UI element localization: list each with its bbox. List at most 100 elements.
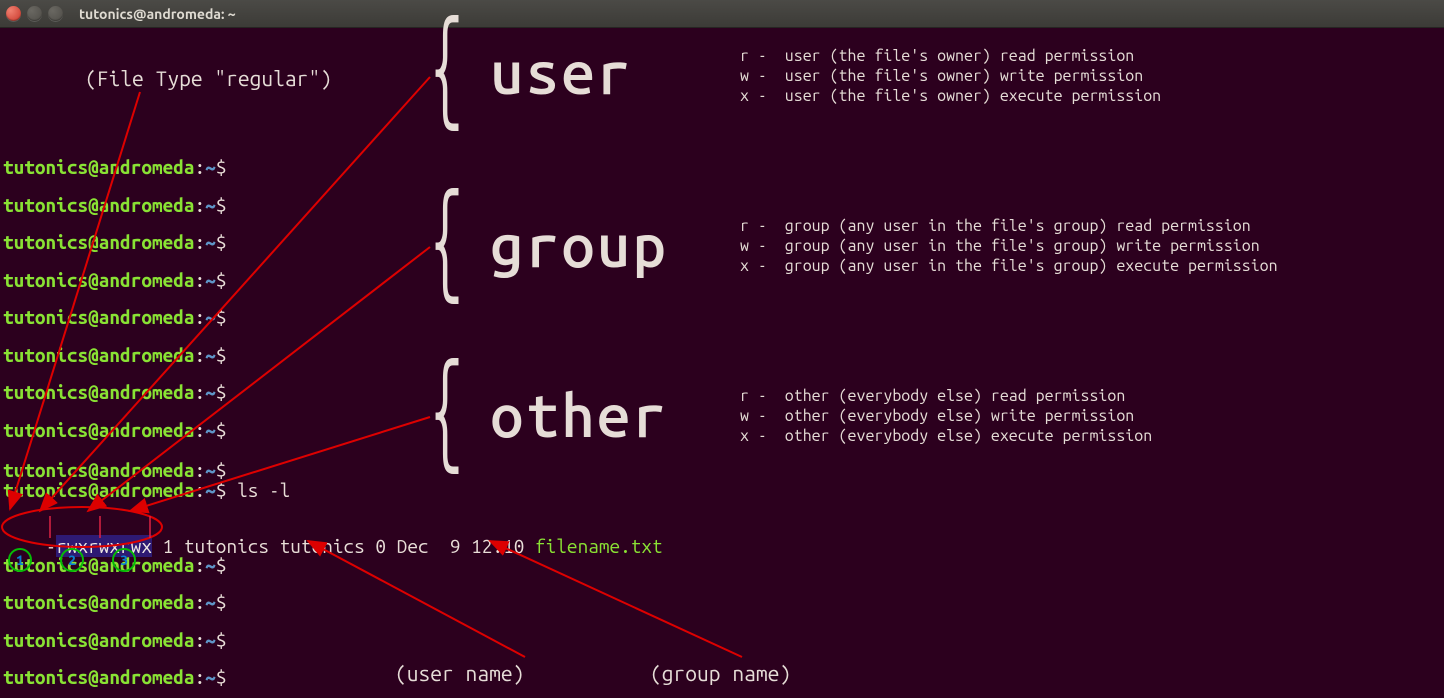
brace-group-icon: { [430,178,464,298]
prompt-colon: : [195,629,206,651]
prompt-dollar: $ [216,479,227,501]
prompt-path: ~ [205,344,216,366]
annotation-group-name: (group name) [650,663,791,684]
prompt-at: @ [88,479,99,501]
prompt-host: andromeda [99,344,195,366]
prompt-colon: : [195,666,206,688]
prompt-host: andromeda [99,269,195,291]
ls-filename: filename.txt [535,535,663,557]
prompt-colon: : [195,194,206,216]
prompt-at: @ [88,381,99,403]
prompt-dollar: $ [216,591,227,613]
prompt-host: andromeda [99,194,195,216]
prompt-path: ~ [205,306,216,328]
prompt-line: tutonics@andromeda:~$ [3,346,226,365]
prompt-line: tutonics@andromeda:~$ [3,593,226,612]
prompt-colon: : [195,591,206,613]
prompt-user: tutonics [3,231,88,253]
prompt-colon: : [195,231,206,253]
prompt-dollar: $ [216,666,227,688]
window-titlebar: tutonics@andromeda: ~ [0,0,1444,28]
label-other: other [490,386,668,446]
ls-rest: 1 tutonics tutonics 0 Dec 9 12:10 [152,535,535,557]
prompt-at: @ [88,194,99,216]
prompt-host: andromeda [99,381,195,403]
ls-command: ls -l [237,479,290,501]
prompt-user: tutonics [3,666,88,688]
prompt-user: tutonics [3,306,88,328]
brace-other-icon: { [430,348,464,468]
prompt-path: ~ [205,231,216,253]
desc-user-r: r - user (the file's owner) read permiss… [740,46,1134,67]
ls-output-line: -rwxrwxrwx 1 tutonics tutonics 0 Dec 9 1… [3,518,663,575]
prompt-at: @ [88,591,99,613]
prompt-colon: : [195,269,206,291]
prompt-path: ~ [205,629,216,651]
prompt-dollar: $ [216,459,227,481]
prompt-host: andromeda [99,479,195,501]
prompt-dollar: $ [216,419,227,441]
prompt-user: tutonics [3,629,88,651]
prompt-line: tutonics@andromeda:~$ [3,158,226,177]
prompt-colon: : [195,419,206,441]
prompt-dollar: $ [216,306,227,328]
prompt-colon: : [195,381,206,403]
desc-group-w: w - group (any user in the file's group)… [740,236,1260,257]
prompt-dollar: $ [216,381,227,403]
prompt-host: andromeda [99,629,195,651]
brace-user-icon: { [430,5,464,125]
prompt-host: andromeda [99,419,195,441]
prompt-colon: : [195,344,206,366]
prompt-dollar: $ [216,231,227,253]
prompt-at: @ [88,156,99,178]
prompt-path: ~ [205,419,216,441]
prompt-user: tutonics [3,194,88,216]
prompt-path: ~ [205,459,216,481]
prompt-line: tutonics@andromeda:~$ [3,308,226,327]
annotation-user-name: (user name) [395,663,524,684]
badge-1: 1 [8,548,32,572]
prompt-user: tutonics [3,156,88,178]
prompt-user: tutonics [3,269,88,291]
prompt-path: ~ [205,666,216,688]
annotation-file-type: (File Type "regular") [85,68,332,89]
prompt-at: @ [88,231,99,253]
prompt-user: tutonics [3,419,88,441]
minimize-icon[interactable] [27,6,42,21]
prompt-host: andromeda [99,231,195,253]
prompt-dollar: $ [216,194,227,216]
close-icon[interactable] [6,6,21,21]
prompt-path: ~ [205,591,216,613]
prompt-line: tutonics@andromeda:~$ [3,421,226,440]
prompt-colon: : [195,156,206,178]
prompt-user: tutonics [3,479,88,501]
desc-other-r: r - other (everybody else) read permissi… [740,386,1125,407]
prompt-host: andromeda [99,591,195,613]
prompt-colon: : [195,479,206,501]
prompt-dollar: $ [216,344,227,366]
badge-3: 3 [112,548,136,572]
prompt-path: ~ [205,269,216,291]
prompt-line: tutonics@andromeda:~$ ls -l [3,481,290,500]
prompt-user: tutonics [3,591,88,613]
terminal-body[interactable]: (File Type "regular") { user r - user (t… [0,28,1444,698]
prompt-user: tutonics [3,381,88,403]
prompt-line: tutonics@andromeda:~$ [3,461,226,480]
prompt-host: andromeda [99,459,195,481]
prompt-path: ~ [205,479,216,501]
badge-2: 2 [60,548,84,572]
prompt-line: tutonics@andromeda:~$ [3,196,226,215]
prompt-colon: : [195,459,206,481]
prompt-at: @ [88,629,99,651]
prompt-at: @ [88,344,99,366]
prompt-user: tutonics [3,344,88,366]
desc-group-r: r - group (any user in the file's group)… [740,216,1251,237]
prompt-line: tutonics@andromeda:~$ [3,631,226,650]
maximize-icon[interactable] [48,6,63,21]
window-title: tutonics@andromeda: ~ [79,6,236,22]
prompt-at: @ [88,306,99,328]
prompt-at: @ [88,419,99,441]
desc-group-x: x - group (any user in the file's group)… [740,256,1278,277]
prompt-user: tutonics [3,459,88,481]
desc-other-x: x - other (everybody else) execute permi… [740,426,1152,447]
